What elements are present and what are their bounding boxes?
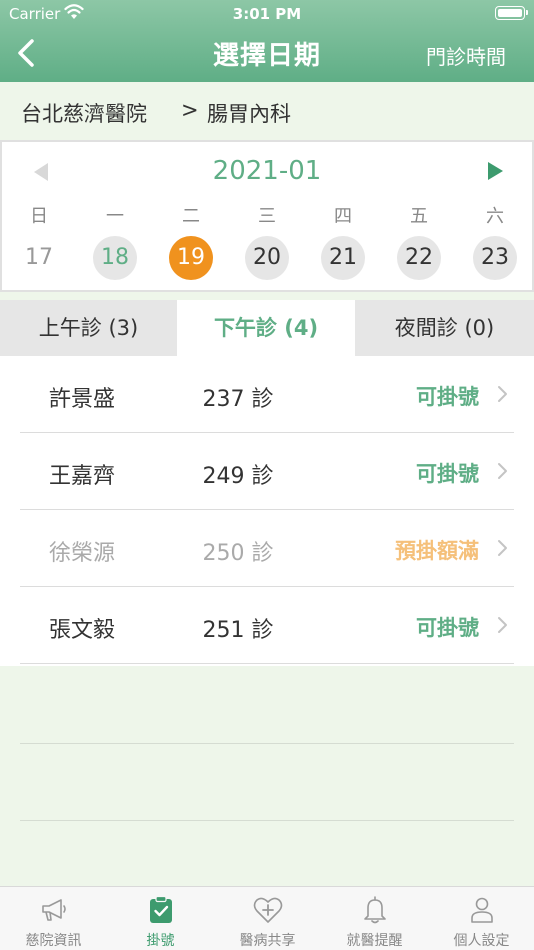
empty-row-divider bbox=[20, 820, 514, 821]
calendar-day-21[interactable]: 21 bbox=[321, 236, 365, 280]
clipboard-check-icon bbox=[150, 895, 172, 923]
status-time: 3:01 PM bbox=[232, 5, 302, 23]
calendar-day-18[interactable]: 18 bbox=[93, 236, 137, 280]
weekday-label: 四 bbox=[334, 206, 352, 227]
session-tabs: 上午診 (3) 下午診 (4) 夜間診 (0) bbox=[0, 300, 534, 356]
breadcrumb-separator: > bbox=[181, 98, 199, 122]
clinic-room: 250 診 bbox=[202, 541, 274, 566]
heart-plus-icon bbox=[253, 897, 283, 923]
row-divider bbox=[20, 663, 514, 664]
calendar-day-17: 17 bbox=[25, 245, 53, 270]
breadcrumb-hospital: 台北慈濟醫院 bbox=[21, 102, 147, 126]
bell-icon bbox=[364, 896, 386, 924]
calendar-month: 2021-01 bbox=[212, 156, 322, 186]
clinic-schedule-button[interactable]: 門診時間 bbox=[426, 41, 506, 70]
doctor-name: 徐榮源 bbox=[49, 541, 116, 566]
doctor-name: 張文毅 bbox=[49, 618, 116, 643]
calendar-day-20[interactable]: 20 bbox=[245, 236, 289, 280]
tab-afternoon[interactable]: 下午診 (4) bbox=[177, 300, 355, 356]
tabbar-item-shared-decision[interactable]: 醫病共享 bbox=[214, 887, 321, 950]
next-week-arrow-icon[interactable] bbox=[488, 162, 503, 180]
breadcrumb-department: 腸胃內科 bbox=[207, 102, 291, 126]
weekday-label: 五 bbox=[410, 206, 428, 227]
weekday-label: 二 bbox=[182, 206, 200, 227]
doctor-name: 許景盛 bbox=[49, 387, 116, 412]
weekday-label: 三 bbox=[258, 206, 276, 227]
tabbar-label: 個人設定 bbox=[453, 933, 510, 949]
tabbar-label: 就醫提醒 bbox=[346, 933, 403, 949]
week-calendar: 2021-01 日 一 二 三 四 五 六 17 18 19 20 21 22 … bbox=[0, 140, 534, 292]
chevron-right-icon bbox=[498, 463, 507, 479]
tabbar-label: 慈院資訊 bbox=[25, 933, 82, 949]
tab-morning[interactable]: 上午診 (3) bbox=[0, 300, 177, 356]
nav-header: Carrier 3:01 PM 選擇日期 門診時間 bbox=[0, 0, 534, 82]
tab-evening[interactable]: 夜間診 (0) bbox=[355, 300, 534, 356]
chevron-right-icon bbox=[498, 617, 507, 633]
registration-status: 可掛號 bbox=[416, 462, 479, 486]
tabbar-item-hospital-info[interactable]: 慈院資訊 bbox=[0, 887, 107, 950]
tabbar-label: 掛號 bbox=[146, 933, 175, 949]
status-bar: Carrier 3:01 PM bbox=[0, 0, 534, 28]
clinic-row[interactable]: 徐榮源 250 診 預掛額滿 bbox=[0, 510, 534, 587]
weekday-label: 一 bbox=[106, 206, 124, 227]
clinic-room: 237 診 bbox=[202, 387, 274, 412]
calendar-day-22[interactable]: 22 bbox=[397, 236, 441, 280]
clinic-row[interactable]: 王嘉齊 249 診 可掛號 bbox=[0, 433, 534, 510]
clinic-row[interactable]: 張文毅 251 診 可掛號 bbox=[0, 587, 534, 664]
tabbar-item-settings[interactable]: 個人設定 bbox=[428, 887, 534, 950]
person-icon bbox=[471, 897, 493, 923]
weekday-label: 六 bbox=[486, 206, 504, 227]
calendar-day-19[interactable]: 19 bbox=[169, 236, 213, 280]
breadcrumb: 台北慈濟醫院 > 腸胃內科 bbox=[0, 82, 534, 140]
tabbar-item-reminders[interactable]: 就醫提醒 bbox=[321, 887, 428, 950]
clinic-room: 251 診 bbox=[202, 618, 274, 643]
chevron-right-icon bbox=[498, 540, 507, 556]
clinic-row[interactable]: 許景盛 237 診 可掛號 bbox=[0, 356, 534, 433]
megaphone-icon bbox=[42, 899, 66, 921]
calendar-day-23[interactable]: 23 bbox=[473, 236, 517, 280]
tabbar-label: 醫病共享 bbox=[239, 933, 296, 949]
tabbar-item-registration[interactable]: 掛號 bbox=[107, 887, 214, 950]
registration-status: 可掛號 bbox=[416, 616, 479, 640]
weekday-label: 日 bbox=[30, 206, 48, 227]
registration-status: 可掛號 bbox=[416, 385, 479, 409]
clinic-room: 249 診 bbox=[202, 464, 274, 489]
clinic-list: 許景盛 237 診 可掛號 王嘉齊 249 診 可掛號 徐榮源 250 診 預掛… bbox=[0, 356, 534, 666]
doctor-name: 王嘉齊 bbox=[49, 464, 116, 489]
battery-icon bbox=[495, 6, 528, 20]
bottom-tab-bar: 慈院資訊 掛號 醫病共享 就醫提醒 個人設定 bbox=[0, 886, 534, 950]
empty-row-divider bbox=[20, 743, 514, 744]
registration-status: 預掛額滿 bbox=[395, 539, 479, 563]
chevron-right-icon bbox=[498, 386, 507, 402]
